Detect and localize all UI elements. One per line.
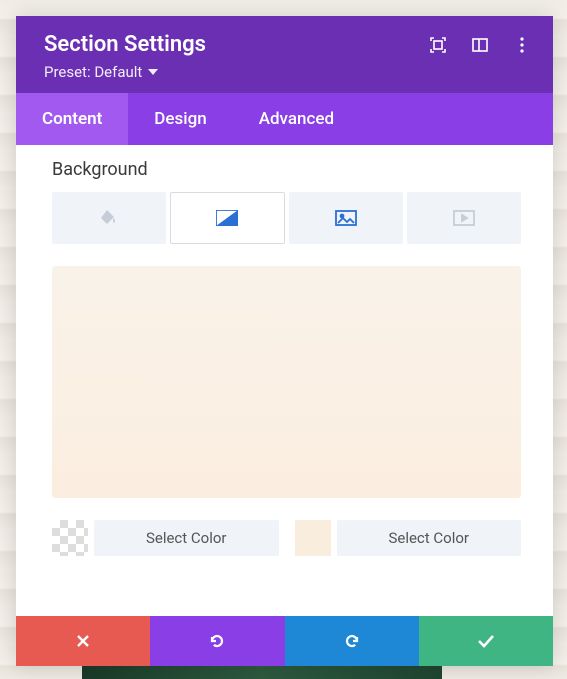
bg-type-color[interactable] [52, 192, 166, 244]
paint-bucket-icon [99, 208, 119, 228]
image-icon [335, 210, 357, 226]
panel-header: Section Settings [16, 16, 553, 93]
more-menu-icon[interactable] [513, 36, 531, 54]
confirm-button[interactable] [419, 616, 553, 666]
color-swatch-1[interactable] [52, 520, 88, 556]
color-stop-1: Select Color [52, 520, 279, 556]
undo-icon [208, 632, 226, 650]
tab-design[interactable]: Design [128, 93, 232, 145]
header-top-row: Section Settings [44, 32, 531, 57]
color-stop-2: Select Color [295, 520, 522, 556]
preset-label: Preset: Default [44, 63, 142, 81]
close-icon [75, 633, 91, 649]
gradient-preview[interactable] [52, 266, 521, 498]
redo-button[interactable] [285, 616, 419, 666]
content-area: Background [16, 145, 553, 666]
background-type-tabs [52, 192, 521, 244]
color-swatch-2[interactable] [295, 520, 331, 556]
tab-advanced[interactable]: Advanced [233, 93, 360, 145]
undo-button[interactable] [150, 616, 284, 666]
chevron-down-icon [148, 69, 158, 75]
background-heading: Background [52, 159, 521, 180]
tab-content[interactable]: Content [16, 93, 128, 145]
tab-bar: Content Design Advanced [16, 93, 553, 145]
bg-type-gradient[interactable] [170, 192, 284, 244]
preset-dropdown[interactable]: Preset: Default [44, 63, 531, 81]
video-icon [453, 210, 475, 226]
settings-panel: Section Settings [16, 16, 553, 666]
header-action-icons [429, 36, 531, 54]
gradient-icon [216, 210, 238, 226]
footer-actions [16, 616, 553, 666]
columns-icon[interactable] [471, 36, 489, 54]
bg-type-video[interactable] [407, 192, 521, 244]
expand-icon[interactable] [429, 36, 447, 54]
cancel-button[interactable] [16, 616, 150, 666]
bg-type-image[interactable] [289, 192, 403, 244]
color-picker-row: Select Color Select Color [52, 520, 521, 556]
panel-title: Section Settings [44, 32, 206, 57]
redo-icon [343, 632, 361, 650]
check-icon [477, 634, 495, 648]
select-color-button-2[interactable]: Select Color [337, 520, 522, 556]
select-color-button-1[interactable]: Select Color [94, 520, 279, 556]
